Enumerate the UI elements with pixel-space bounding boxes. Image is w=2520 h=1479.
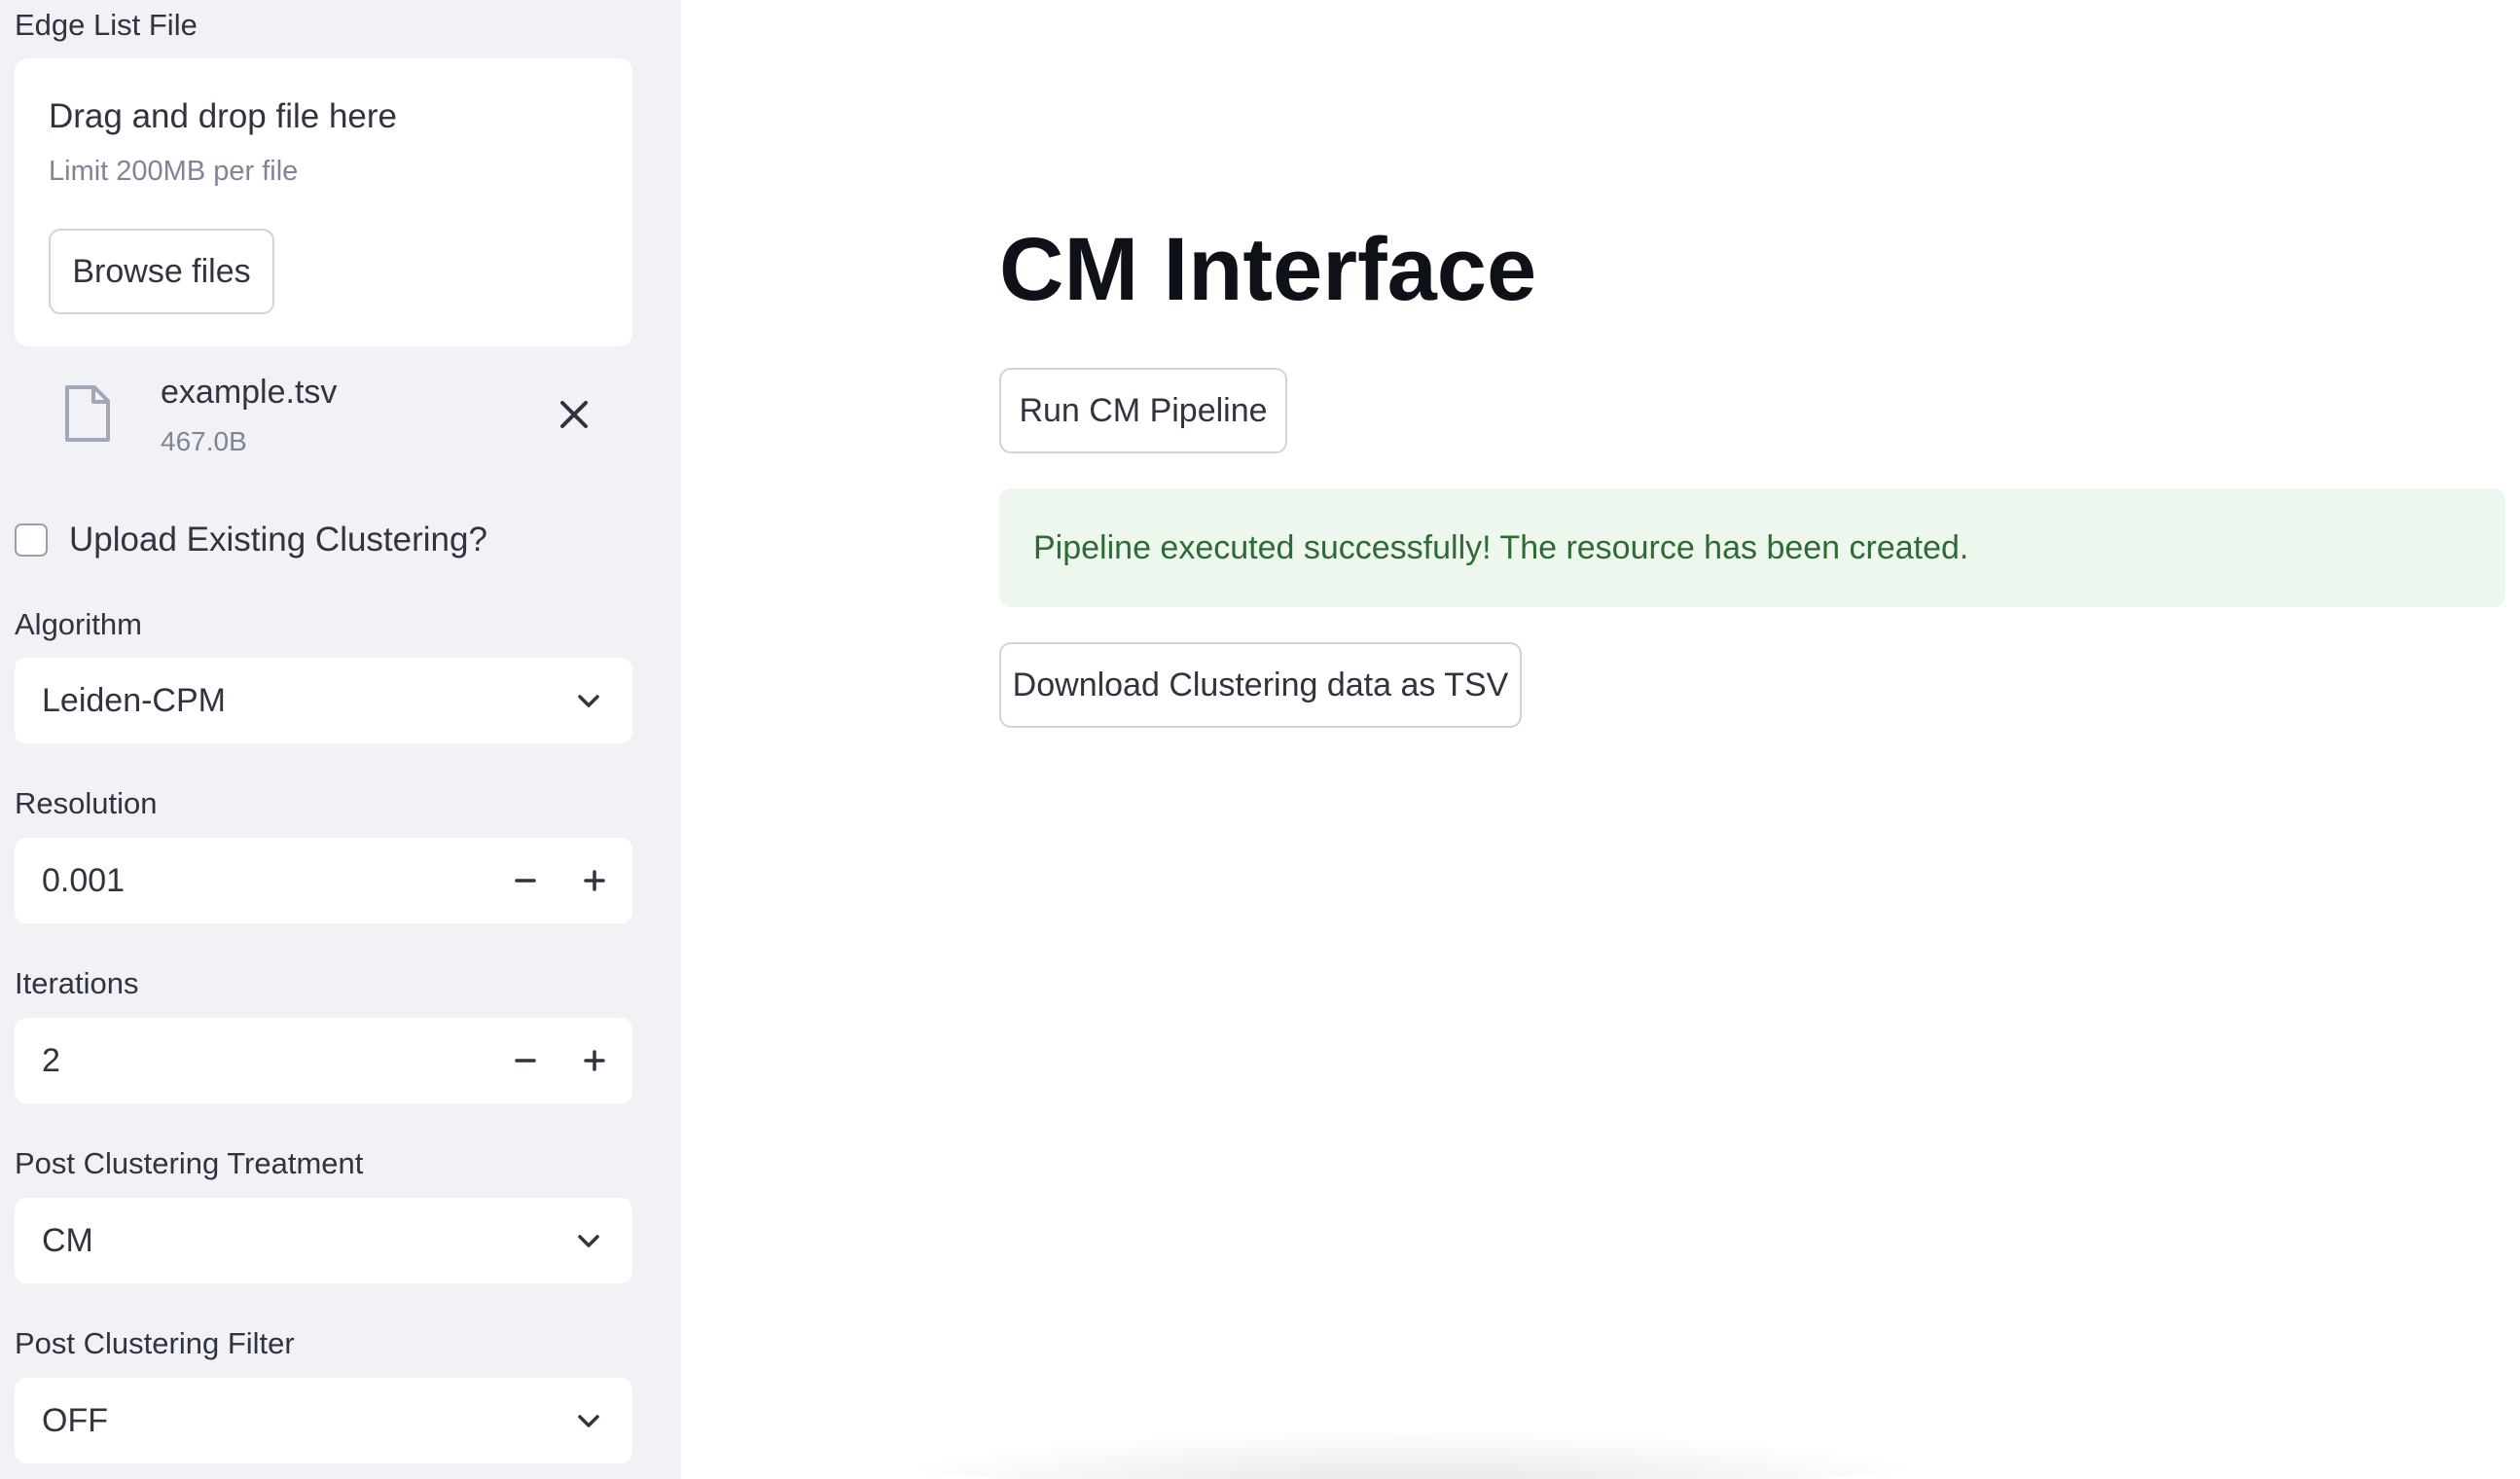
file-size: 467.0B [161,426,247,456]
app: Edge List File Drag and drop file here L… [0,0,2520,1479]
post-treatment-select[interactable]: CM [15,1198,632,1283]
upload-existing-clustering[interactable]: Upload Existing Clustering? [15,516,487,564]
browse-files-button[interactable]: Browse files [49,229,274,314]
iterations-label: Iterations [15,966,139,1000]
success-alert: Pipeline executed successfully! The reso… [999,488,2505,607]
resolution-label: Resolution [15,786,158,820]
post-treatment-value: CM [42,1222,93,1259]
sidebar: Edge List File Drag and drop file here L… [0,0,681,1479]
upload-existing-checkbox[interactable] [15,523,48,557]
main-content: CM Interface Run CM Pipeline Pipeline ex… [681,0,2520,1479]
chevron-down-icon [578,1235,599,1247]
minus-icon[interactable] [506,1041,545,1080]
close-icon[interactable] [555,395,594,434]
chevron-down-icon [578,1415,599,1427]
uploaded-file: example.tsv 467.0B [15,360,632,467]
algorithm-value: Leiden-CPM [42,682,226,719]
iterations-input[interactable]: 2 [42,1018,60,1103]
iterations-stepper[interactable]: 2 [15,1018,632,1103]
page-title: CM Interface [999,220,1537,319]
run-pipeline-button[interactable]: Run CM Pipeline [999,368,1287,453]
algorithm-select[interactable]: Leiden-CPM [15,658,632,743]
dropzone-title: Drag and drop file here [49,97,397,135]
file-name: example.tsv [161,374,338,411]
post-filter-select[interactable]: OFF [15,1378,632,1463]
success-message: Pipeline executed successfully! The reso… [1033,529,1969,566]
post-treatment-label: Post Clustering Treatment [15,1146,364,1180]
bottom-shadow [876,1430,1946,1479]
plus-icon[interactable] [575,861,614,900]
file-dropzone[interactable]: Drag and drop file here Limit 200MB per … [15,58,632,346]
dropzone-limit: Limit 200MB per file [49,156,299,187]
resolution-stepper[interactable]: 0.001 [15,838,632,923]
edge-list-label: Edge List File [15,8,198,42]
algorithm-label: Algorithm [15,607,142,641]
chevron-down-icon [578,695,599,707]
upload-existing-label: Upload Existing Clustering? [69,521,487,559]
post-filter-value: OFF [42,1402,108,1439]
file-icon [65,385,110,442]
resolution-input[interactable]: 0.001 [42,838,125,923]
minus-icon[interactable] [506,861,545,900]
post-filter-label: Post Clustering Filter [15,1326,295,1360]
plus-icon[interactable] [575,1041,614,1080]
download-tsv-button[interactable]: Download Clustering data as TSV [999,642,1522,728]
